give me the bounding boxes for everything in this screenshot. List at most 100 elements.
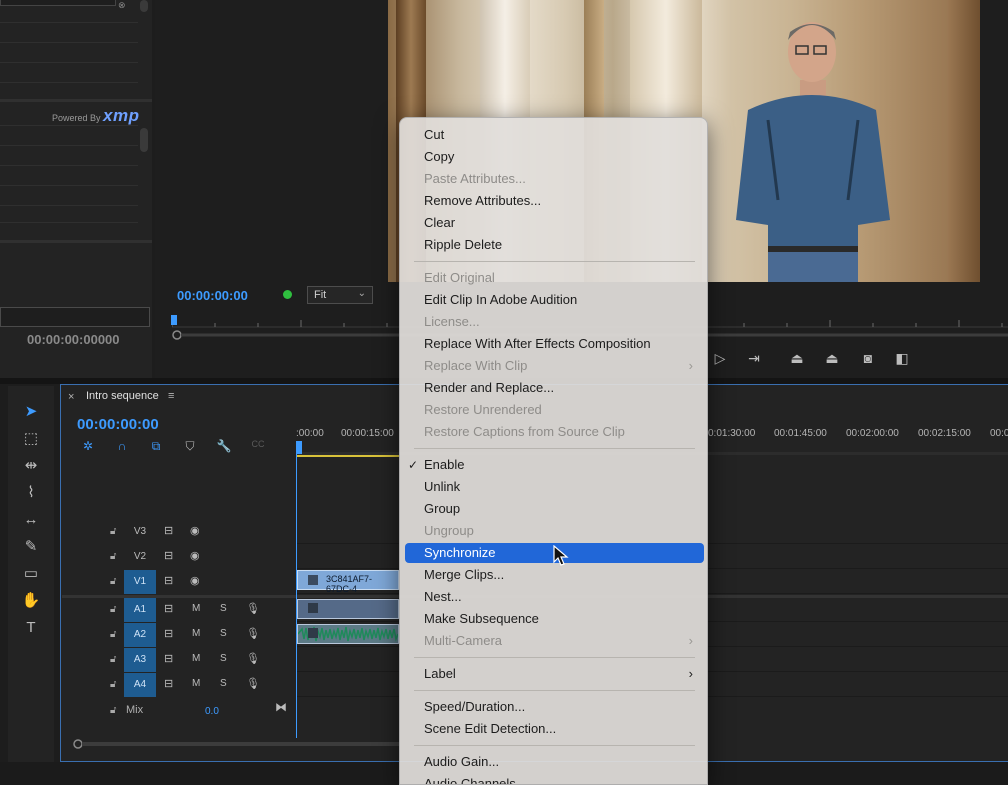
- lift-icon[interactable]: ⏏: [787, 348, 807, 368]
- lock-icon[interactable]: 🔓︎: [110, 576, 116, 587]
- slip-tool-icon[interactable]: ↔: [20, 509, 42, 531]
- razor-tool-icon[interactable]: ⌇: [20, 482, 42, 504]
- menu-item-license[interactable]: License...: [424, 314, 480, 329]
- menu-item-audio-gain[interactable]: Audio Gain...: [424, 754, 499, 769]
- eye-icon[interactable]: ◉: [190, 549, 200, 562]
- microphone-icon[interactable]: 🎙︎: [246, 652, 260, 665]
- camera-icon[interactable]: ◙: [858, 348, 878, 368]
- menu-item-multi-camera[interactable]: Multi-Camera: [424, 633, 502, 648]
- timeline-playhead[interactable]: [296, 441, 302, 454]
- menu-item-render-and-replace[interactable]: Render and Replace...: [424, 380, 554, 395]
- sync-lock-icon[interactable]: ⊟: [164, 677, 173, 690]
- track-name[interactable]: V2: [124, 547, 156, 567]
- panel-menu-icon[interactable]: ≡: [168, 390, 174, 402]
- lock-icon[interactable]: 🔓︎: [110, 604, 116, 615]
- menu-item-synchronize[interactable]: Synchronize: [424, 545, 496, 560]
- timeline-zoom-scrollbar[interactable]: [70, 738, 400, 750]
- sync-lock-icon[interactable]: ⊟: [164, 549, 173, 562]
- selection-tool-icon[interactable]: ➤: [20, 401, 42, 423]
- lock-icon[interactable]: 🔓︎: [110, 526, 116, 537]
- track-name[interactable]: A1: [124, 598, 156, 622]
- mute-button[interactable]: M: [192, 603, 200, 614]
- menu-item-unlink[interactable]: Unlink: [424, 479, 460, 494]
- extract-icon[interactable]: ⏏: [822, 348, 842, 368]
- track-name[interactable]: V1: [124, 570, 156, 594]
- mute-button[interactable]: M: [192, 678, 200, 689]
- menu-item-copy[interactable]: Copy: [424, 149, 454, 164]
- microphone-icon[interactable]: 🎙︎: [246, 677, 260, 690]
- metadata-field[interactable]: [0, 307, 150, 327]
- menu-item-ungroup[interactable]: Ungroup: [424, 523, 474, 538]
- lock-icon[interactable]: 🔓︎: [110, 679, 116, 690]
- metadata-scrollbar[interactable]: [140, 0, 148, 12]
- solo-button[interactable]: S: [220, 603, 227, 614]
- go-to-out-icon[interactable]: ⇥: [744, 348, 764, 368]
- track-name[interactable]: A4: [124, 673, 156, 697]
- menu-item-restore-unrendered[interactable]: Restore Unrendered: [424, 402, 542, 417]
- lock-icon[interactable]: 🔓︎: [110, 654, 116, 665]
- menu-item-ripple-delete[interactable]: Ripple Delete: [424, 237, 502, 252]
- menu-item-make-subsequence[interactable]: Make Subsequence: [424, 611, 539, 626]
- audio-clip[interactable]: [297, 624, 399, 644]
- solo-button[interactable]: S: [220, 678, 227, 689]
- menu-item-edit-in-audition[interactable]: Edit Clip In Adobe Audition: [424, 292, 577, 307]
- wrench-icon[interactable]: 🔧: [216, 439, 232, 453]
- ripple-edit-tool-icon[interactable]: ⇹: [20, 455, 42, 477]
- video-clip[interactable]: 3C841AF7-67DC-4: [297, 570, 399, 594]
- metadata-search-field[interactable]: [0, 0, 116, 6]
- track-select-tool-icon[interactable]: ⬚: [20, 428, 42, 450]
- step-forward-icon[interactable]: ▷: [710, 348, 730, 368]
- type-tool-icon[interactable]: T: [20, 617, 42, 639]
- solo-button[interactable]: S: [220, 628, 227, 639]
- mix-volume-value[interactable]: 0.0: [205, 706, 219, 717]
- eye-icon[interactable]: ◉: [190, 524, 200, 537]
- menu-item-group[interactable]: Group: [424, 501, 460, 516]
- sync-lock-icon[interactable]: ⊟: [164, 574, 173, 587]
- program-timecode[interactable]: 00:00:00:00: [177, 288, 248, 303]
- track-name[interactable]: A3: [124, 648, 156, 672]
- nest-icon[interactable]: ✲: [80, 439, 96, 453]
- menu-item-replace-with-ae[interactable]: Replace With After Effects Composition: [424, 336, 651, 351]
- pen-tool-icon[interactable]: ✎: [20, 536, 42, 558]
- add-marker-icon[interactable]: ⛉: [182, 439, 198, 453]
- zoom-select[interactable]: Fit ⌄: [307, 286, 373, 304]
- metadata-scrollbar[interactable]: [140, 128, 148, 152]
- work-area-bar[interactable]: [297, 455, 399, 457]
- menu-item-scene-edit-detection[interactable]: Scene Edit Detection...: [424, 721, 556, 736]
- sync-lock-icon[interactable]: ⊟: [164, 524, 173, 537]
- microphone-icon[interactable]: 🎙︎: [246, 602, 260, 615]
- menu-item-restore-captions[interactable]: Restore Captions from Source Clip: [424, 424, 625, 439]
- menu-item-speed-duration[interactable]: Speed/Duration...: [424, 699, 525, 714]
- menu-item-merge-clips[interactable]: Merge Clips...: [424, 567, 504, 582]
- lock-icon[interactable]: 🔓︎: [110, 705, 116, 716]
- microphone-icon[interactable]: 🎙︎: [246, 627, 260, 640]
- menu-item-paste-attributes[interactable]: Paste Attributes...: [424, 171, 526, 186]
- menu-item-edit-original[interactable]: Edit Original: [424, 270, 495, 285]
- search-clear-icon[interactable]: ⊗: [118, 0, 140, 10]
- mute-button[interactable]: M: [192, 628, 200, 639]
- snap-icon[interactable]: ∩: [114, 439, 130, 453]
- menu-item-enable[interactable]: Enable: [424, 457, 464, 472]
- mute-button[interactable]: M: [192, 653, 200, 664]
- sync-lock-icon[interactable]: ⊟: [164, 652, 173, 665]
- close-icon[interactable]: ×: [68, 391, 74, 403]
- eye-icon[interactable]: ◉: [190, 574, 200, 587]
- go-to-end-icon[interactable]: ⧓: [275, 700, 287, 714]
- menu-item-label[interactable]: Label: [424, 666, 456, 681]
- menu-item-replace-with-clip[interactable]: Replace With Clip: [424, 358, 527, 373]
- menu-item-audio-channels[interactable]: Audio Channels...: [424, 776, 527, 784]
- linked-selection-icon[interactable]: ⧉: [148, 439, 164, 453]
- hand-tool-icon[interactable]: ✋: [20, 590, 42, 612]
- rectangle-tool-icon[interactable]: ▭: [20, 563, 42, 585]
- sequence-tab-title[interactable]: Intro sequence: [86, 390, 159, 402]
- menu-item-cut[interactable]: Cut: [424, 127, 444, 142]
- solo-button[interactable]: S: [220, 653, 227, 664]
- program-playhead[interactable]: [171, 315, 177, 325]
- track-name[interactable]: V3: [124, 522, 156, 542]
- sync-lock-icon[interactable]: ⊟: [164, 627, 173, 640]
- track-name[interactable]: A2: [124, 623, 156, 647]
- menu-item-nest[interactable]: Nest...: [424, 589, 462, 604]
- lock-icon[interactable]: 🔓︎: [110, 551, 116, 562]
- captions-icon[interactable]: CC: [250, 439, 266, 453]
- menu-item-clear[interactable]: Clear: [424, 215, 455, 230]
